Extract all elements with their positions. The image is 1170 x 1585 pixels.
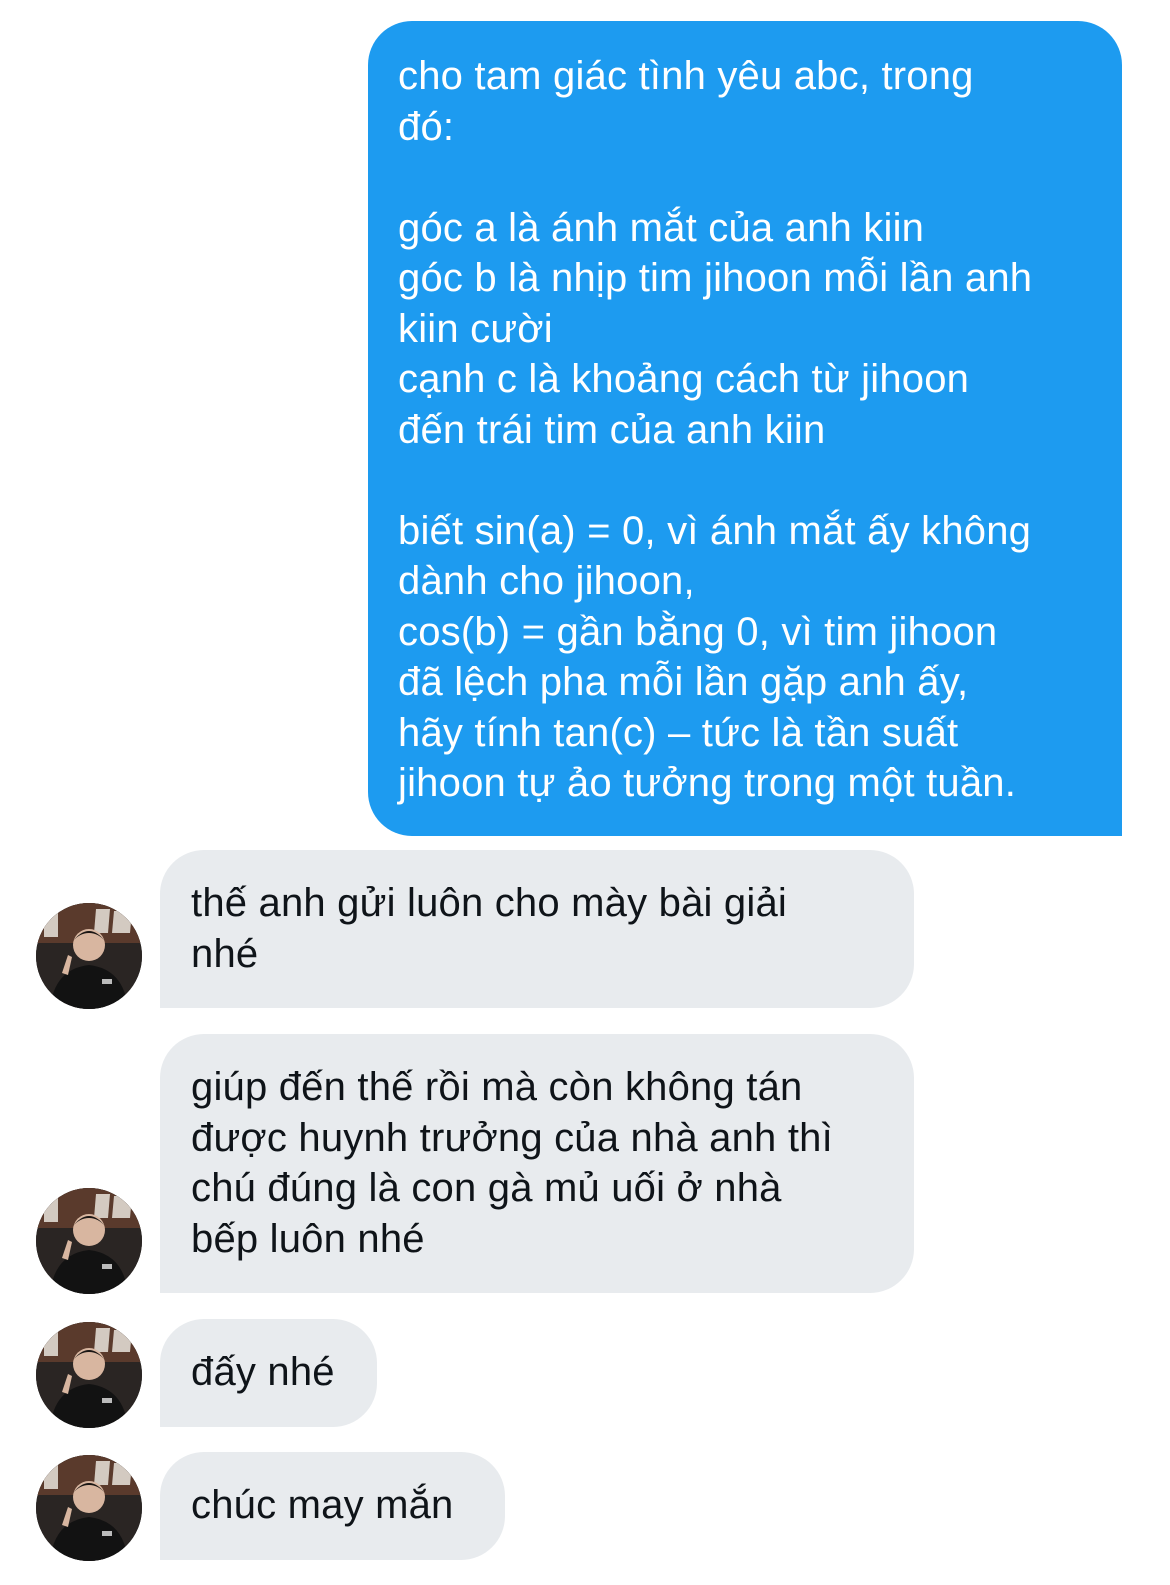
avatar[interactable] xyxy=(36,1322,142,1428)
message-bubble-incoming[interactable]: chúc may mắn xyxy=(160,1452,505,1560)
avatar[interactable] xyxy=(36,1455,142,1561)
user-photo-icon xyxy=(36,1188,142,1294)
message-bubble-outgoing[interactable]: cho tam giác tình yêu abc, trong đó: góc… xyxy=(368,21,1122,836)
user-photo-icon xyxy=(36,903,142,1009)
message-bubble-incoming[interactable]: thế anh gửi luôn cho mày bài giải nhé xyxy=(160,850,914,1008)
message-bubble-incoming[interactable]: đấy nhé xyxy=(160,1319,377,1427)
user-photo-icon xyxy=(36,1322,142,1428)
user-photo-icon xyxy=(36,1455,142,1561)
avatar[interactable] xyxy=(36,1188,142,1294)
message-bubble-incoming[interactable]: giúp đến thế rồi mà còn không tán được h… xyxy=(160,1034,914,1293)
avatar[interactable] xyxy=(36,903,142,1009)
